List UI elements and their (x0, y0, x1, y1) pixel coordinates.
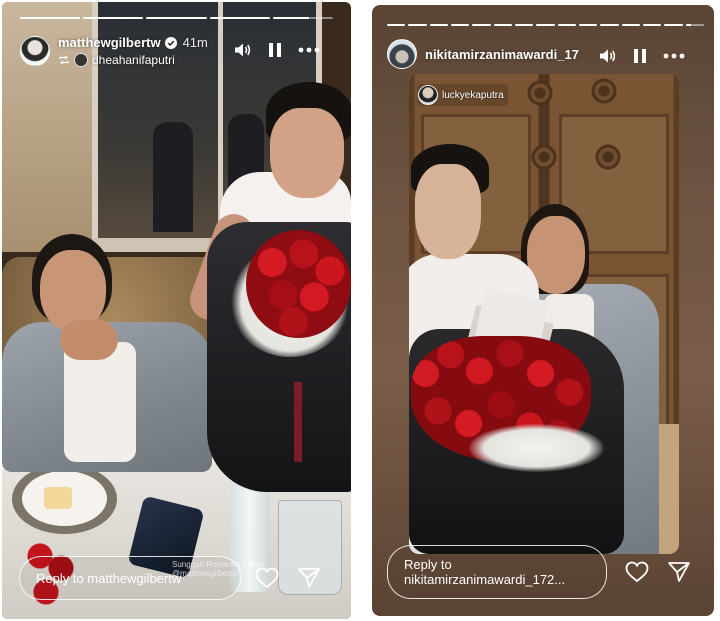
more-dots-icon[interactable] (663, 53, 685, 59)
speaker-icon[interactable] (234, 42, 252, 58)
progress-segment (429, 24, 448, 26)
avatar[interactable] (20, 36, 50, 66)
reposted-from-username[interactable]: dheahanifaputri (92, 53, 175, 67)
progress-segment (600, 24, 619, 26)
progress-segment (20, 17, 81, 19)
repost-avatar (74, 53, 88, 67)
progress-segment (685, 24, 704, 26)
progress-segment (514, 24, 534, 26)
progress-segment (557, 24, 576, 26)
progress-segment (450, 24, 470, 26)
story-left-photo: Sungguh Romantis Kalian @matthewgilbertw (2, 2, 351, 619)
reply-input[interactable]: Reply to nikitamirzanimawardi_172... (387, 545, 607, 599)
tagged-user[interactable]: luckyekaputra (417, 84, 508, 106)
progress-segment (536, 24, 555, 26)
story-header: nikitamirzanimawardi_17 (387, 39, 579, 69)
pause-icon[interactable] (268, 42, 282, 58)
repost-icon (59, 55, 69, 65)
story-right-photo: luckyekaputra (409, 74, 679, 554)
reply-row: Reply to matthewgilbertw (19, 556, 321, 600)
story-progress-bar (387, 24, 704, 26)
progress-segment (146, 17, 207, 19)
more-dots-icon[interactable] (298, 47, 320, 53)
avatar (418, 85, 438, 105)
progress-segment (83, 17, 144, 19)
story-username[interactable]: matthewgilbertw (58, 35, 161, 50)
story-controls (599, 48, 685, 64)
progress-segment (493, 24, 512, 26)
pause-icon[interactable] (633, 48, 647, 64)
reply-input[interactable]: Reply to matthewgilbertw (19, 556, 241, 600)
progress-segment (642, 24, 662, 26)
send-icon[interactable] (297, 567, 321, 589)
story-controls (234, 42, 320, 58)
progress-segment (272, 17, 334, 19)
send-icon[interactable] (667, 561, 691, 583)
heart-icon[interactable] (625, 561, 649, 583)
progress-segment (408, 24, 427, 26)
story-right[interactable]: nikitamirzanimawardi_17 luckyekaputra Re… (372, 5, 714, 616)
stories-canvas: Sungguh Romantis Kalian @matthewgilbertw… (0, 0, 720, 621)
story-progress-bar (20, 17, 334, 19)
story-username[interactable]: nikitamirzanimawardi_17 (425, 47, 579, 62)
heart-icon[interactable] (255, 567, 279, 589)
story-time: 41m (182, 35, 208, 50)
progress-segment (621, 24, 640, 26)
verified-badge-icon (164, 36, 177, 49)
story-header: matthewgilbertw 41m dheahanifaputri (20, 35, 208, 67)
progress-segment (664, 24, 683, 26)
speaker-icon[interactable] (599, 48, 617, 64)
progress-segment (578, 24, 598, 26)
story-left[interactable]: Sungguh Romantis Kalian @matthewgilbertw… (2, 2, 351, 619)
progress-segment (209, 17, 270, 19)
avatar[interactable] (387, 39, 417, 69)
progress-segment (472, 24, 491, 26)
reply-row: Reply to nikitamirzanimawardi_172... (387, 545, 691, 599)
progress-segment (387, 24, 406, 26)
